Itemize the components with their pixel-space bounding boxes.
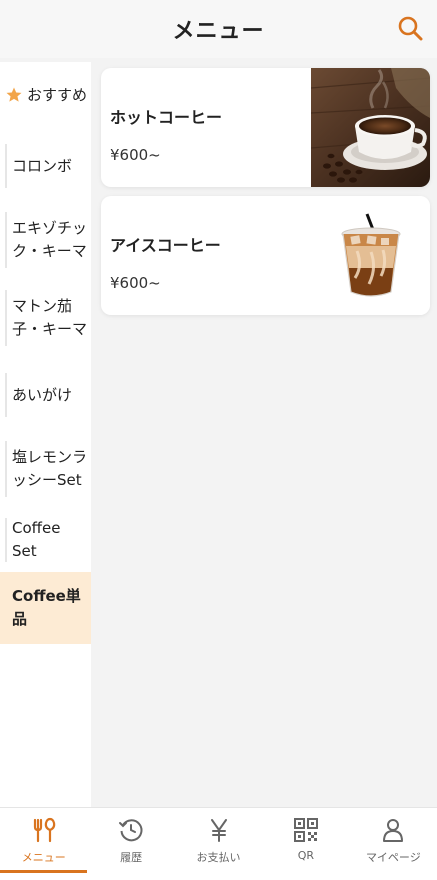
tab-qr[interactable]: QR	[262, 808, 349, 880]
category-sidebar: おすすめ コロンボ エキゾチック・キーマ マトン茄子・キーマ あいがけ 塩レモン…	[0, 62, 91, 807]
sidebar-item-colombo[interactable]: コロンボ	[0, 128, 91, 204]
tab-label: マイページ	[365, 851, 421, 864]
sidebar-item-coffee-single[interactable]: Coffee単品	[0, 572, 91, 644]
product-card-hot-coffee[interactable]: ホットコーヒー ¥600~	[101, 68, 430, 187]
sidebar-item-exotic-keema[interactable]: エキゾチック・キーマ	[0, 204, 91, 276]
history-icon	[119, 819, 143, 842]
tab-label: メニュー	[21, 851, 66, 864]
tab-menu[interactable]: メニュー	[0, 808, 88, 880]
tab-mypage[interactable]: マイページ	[350, 808, 437, 880]
sidebar-item-coffee-set[interactable]: Coffee Set	[0, 508, 91, 572]
sidebar-item-aigake[interactable]: あいがけ	[0, 360, 91, 430]
search-icon	[398, 16, 423, 41]
hot-coffee-image	[311, 68, 430, 187]
app-header: メニュー	[0, 0, 437, 58]
sidebar-item-label: 塩レモンラッシーSet	[12, 448, 88, 489]
sidebar-item-label: Coffee単品	[12, 587, 81, 628]
iced-coffee-image	[311, 196, 430, 315]
user-icon	[383, 819, 404, 842]
sidebar-item-recommended[interactable]: おすすめ	[0, 62, 91, 128]
product-list: ホットコーヒー ¥600~ アイスコーヒー ¥600~	[91, 62, 437, 807]
utensils-icon	[33, 817, 55, 843]
tab-label: QR	[297, 849, 315, 862]
star-icon	[6, 87, 22, 102]
sidebar-item-mutton-eggplant-keema[interactable]: マトン茄子・キーマ	[0, 276, 91, 360]
divider	[5, 290, 7, 346]
sidebar-item-label: Coffee Set	[12, 519, 61, 560]
product-card-iced-coffee[interactable]: アイスコーヒー ¥600~	[101, 196, 430, 315]
divider	[5, 144, 7, 188]
sidebar-item-label: コロンボ	[12, 156, 73, 175]
product-name: ホットコーヒー	[110, 108, 223, 127]
product-price: ¥600~	[110, 274, 161, 292]
tab-label: 履歴	[120, 851, 143, 864]
page-title: メニュー	[172, 19, 265, 44]
sidebar-item-label: あいがけ	[12, 385, 73, 404]
sidebar-item-label: マトン茄子・キーマ	[12, 297, 88, 338]
sidebar-item-salt-lemon-lassi-set[interactable]: 塩レモンラッシーSet	[0, 430, 91, 508]
product-price: ¥600~	[110, 146, 161, 164]
divider	[5, 373, 7, 417]
divider	[5, 518, 7, 562]
product-name: アイスコーヒー	[110, 236, 221, 255]
divider	[5, 441, 7, 497]
qr-code-icon	[293, 818, 318, 842]
tab-history[interactable]: 履歴	[87, 808, 174, 880]
tab-label: お支払い	[196, 851, 241, 864]
yen-icon	[210, 819, 227, 842]
tab-payment[interactable]: お支払い	[175, 808, 262, 880]
sidebar-item-label: おすすめ	[27, 85, 88, 104]
bottom-tab-bar: メニュー 履歴 お支払い QR マイページ	[0, 807, 437, 880]
search-button[interactable]	[395, 13, 425, 43]
sidebar-item-label: エキゾチック・キーマ	[12, 219, 88, 260]
divider	[5, 212, 7, 268]
